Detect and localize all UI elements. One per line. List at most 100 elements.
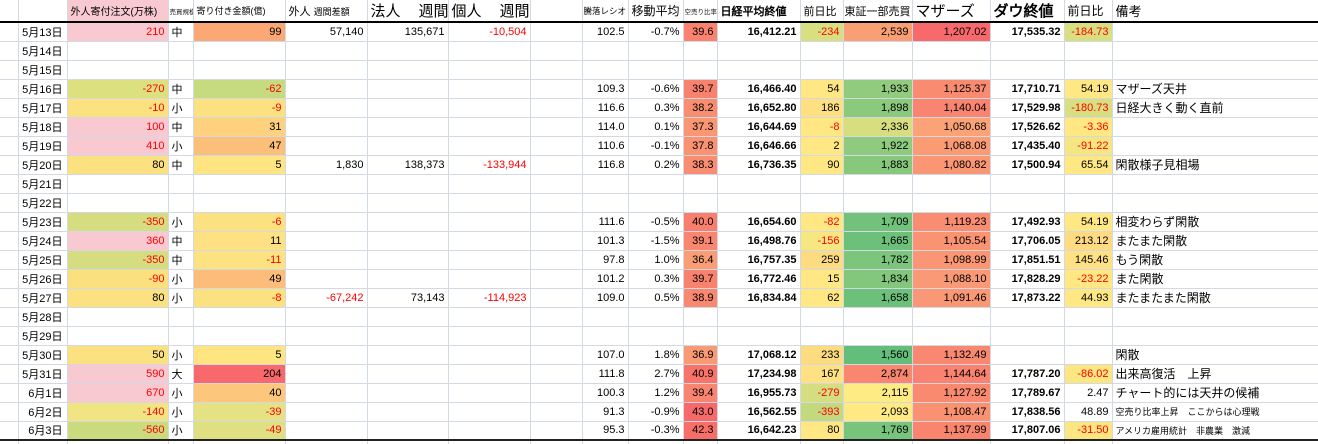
cell-iw[interactable] <box>448 60 530 79</box>
cell-fw[interactable] <box>285 250 367 269</box>
cell-spacer[interactable] <box>530 307 582 326</box>
cell-fw[interactable] <box>285 231 367 250</box>
cell-nchg[interactable]: 259 <box>800 250 843 269</box>
cell-dow[interactable]: 17,710.71 <box>990 79 1064 98</box>
cell-iw[interactable]: -10,504 <box>448 22 530 41</box>
cell-remark[interactable] <box>1112 41 1318 60</box>
cell-fw[interactable]: 1,830 <box>285 155 367 174</box>
cell-foreign[interactable]: -140 <box>67 402 168 421</box>
cell-dchg[interactable] <box>1064 174 1112 193</box>
cell-tse[interactable]: 1,922 <box>843 136 912 155</box>
cell-size[interactable] <box>168 326 193 345</box>
cell-remark[interactable] <box>1112 60 1318 79</box>
cell-nikkei[interactable]: 16,834.84 <box>717 288 800 307</box>
cell-amount[interactable] <box>193 440 285 444</box>
cell-nchg[interactable]: 80 <box>800 421 843 440</box>
cell-size[interactable]: 中 <box>168 117 193 136</box>
cell-nchg[interactable] <box>800 307 843 326</box>
cell-spacer[interactable] <box>530 193 582 212</box>
cell-tse[interactable] <box>843 41 912 60</box>
cell-foreign[interactable]: 210 <box>67 22 168 41</box>
cell-sr[interactable]: 39.1 <box>683 231 717 250</box>
cell-ratio[interactable] <box>582 60 628 79</box>
cell-ma[interactable]: 0.3% <box>628 98 683 117</box>
cell-ma[interactable] <box>628 193 683 212</box>
cell-spacer[interactable] <box>530 136 582 155</box>
cell-spacer[interactable] <box>530 174 582 193</box>
cell-nchg[interactable]: -393 <box>800 402 843 421</box>
cell-nchg[interactable]: 54 <box>800 79 843 98</box>
cell-dow[interactable]: 17,807.06 <box>990 421 1064 440</box>
cell-tse[interactable] <box>843 174 912 193</box>
cell-nchg[interactable] <box>800 41 843 60</box>
cell-remark[interactable]: 閑散 <box>1112 345 1318 364</box>
cell-mothers[interactable]: 1,125.37 <box>912 79 990 98</box>
cell-remark[interactable] <box>1112 307 1318 326</box>
header-foreign-weekly[interactable]: 外人 週間差額 <box>285 0 367 22</box>
row-selector[interactable] <box>0 22 18 41</box>
cell-dow[interactable] <box>990 60 1064 79</box>
cell-spacer[interactable] <box>530 79 582 98</box>
cell-spacer[interactable] <box>530 231 582 250</box>
cell-iw[interactable] <box>448 307 530 326</box>
cell-tse[interactable]: 2,539 <box>843 22 912 41</box>
cell-sr[interactable]: 39.4 <box>683 383 717 402</box>
cell-size[interactable]: 小 <box>168 98 193 117</box>
cell-remark[interactable]: 相変わらず閑散 <box>1112 212 1318 231</box>
cell-amount[interactable] <box>193 326 285 345</box>
cell-dow[interactable]: 17,873.22 <box>990 288 1064 307</box>
cell-remark[interactable]: チャート的には天井の候補 <box>1112 383 1318 402</box>
cell-ratio[interactable] <box>582 326 628 345</box>
cell-date[interactable]: 5月28日 <box>18 307 67 326</box>
cell-cw[interactable] <box>367 174 448 193</box>
cell-spacer[interactable] <box>530 421 582 440</box>
cell-tse[interactable] <box>843 326 912 345</box>
row-selector[interactable] <box>0 41 18 60</box>
cell-dchg[interactable]: 54.19 <box>1064 212 1112 231</box>
cell-tse[interactable] <box>843 60 912 79</box>
cell-ratio[interactable] <box>582 440 628 444</box>
cell-cw[interactable] <box>367 364 448 383</box>
cell-fw[interactable] <box>285 98 367 117</box>
cell-tse[interactable]: 1,560 <box>843 345 912 364</box>
cell-tse[interactable] <box>843 440 912 444</box>
cell-nikkei[interactable]: 17,234.98 <box>717 364 800 383</box>
cell-dow[interactable]: 17,706.05 <box>990 231 1064 250</box>
cell-foreign[interactable]: 670 <box>67 383 168 402</box>
cell-amount[interactable] <box>193 193 285 212</box>
cell-sr[interactable]: 39.7 <box>683 79 717 98</box>
cell-ma[interactable]: -1.5% <box>628 231 683 250</box>
cell-amount[interactable]: -8 <box>193 288 285 307</box>
cell-spacer[interactable] <box>530 250 582 269</box>
cell-remark[interactable]: 日経大きく動く直前 <box>1112 98 1318 117</box>
cell-ma[interactable]: -0.9% <box>628 402 683 421</box>
cell-dchg[interactable] <box>1064 345 1112 364</box>
cell-tse[interactable] <box>843 307 912 326</box>
cell-dchg[interactable]: 44.93 <box>1064 288 1112 307</box>
cell-date[interactable]: 5月25日 <box>18 250 67 269</box>
cell-cw[interactable] <box>367 41 448 60</box>
cell-date[interactable]: 6月3日 <box>18 421 67 440</box>
cell-nchg[interactable] <box>800 326 843 345</box>
cell-date[interactable]: 6月2日 <box>18 402 67 421</box>
header-indiv-weekly[interactable]: 個人週間 <box>448 0 530 22</box>
row-selector[interactable] <box>0 250 18 269</box>
cell-ratio[interactable] <box>582 174 628 193</box>
cell-amount[interactable]: -9 <box>193 98 285 117</box>
cell-cw[interactable] <box>367 136 448 155</box>
cell-dchg[interactable]: -23.22 <box>1064 269 1112 288</box>
cell-spacer[interactable] <box>530 364 582 383</box>
corner-cell[interactable] <box>0 0 18 22</box>
cell-tse[interactable]: 1,709 <box>843 212 912 231</box>
cell-fw[interactable] <box>285 136 367 155</box>
cell-nikkei[interactable]: 16,644.69 <box>717 117 800 136</box>
cell-fw[interactable] <box>285 421 367 440</box>
cell-nikkei[interactable] <box>717 307 800 326</box>
cell-size[interactable] <box>168 174 193 193</box>
cell-dow[interactable]: 17,838.56 <box>990 402 1064 421</box>
cell-size[interactable]: 大 <box>168 364 193 383</box>
header-dow-change[interactable]: 前日比 <box>1064 0 1112 22</box>
header-moving-average[interactable]: 移動平均 <box>628 0 683 22</box>
cell-nikkei[interactable]: 17,068.12 <box>717 345 800 364</box>
cell-mothers[interactable] <box>912 193 990 212</box>
